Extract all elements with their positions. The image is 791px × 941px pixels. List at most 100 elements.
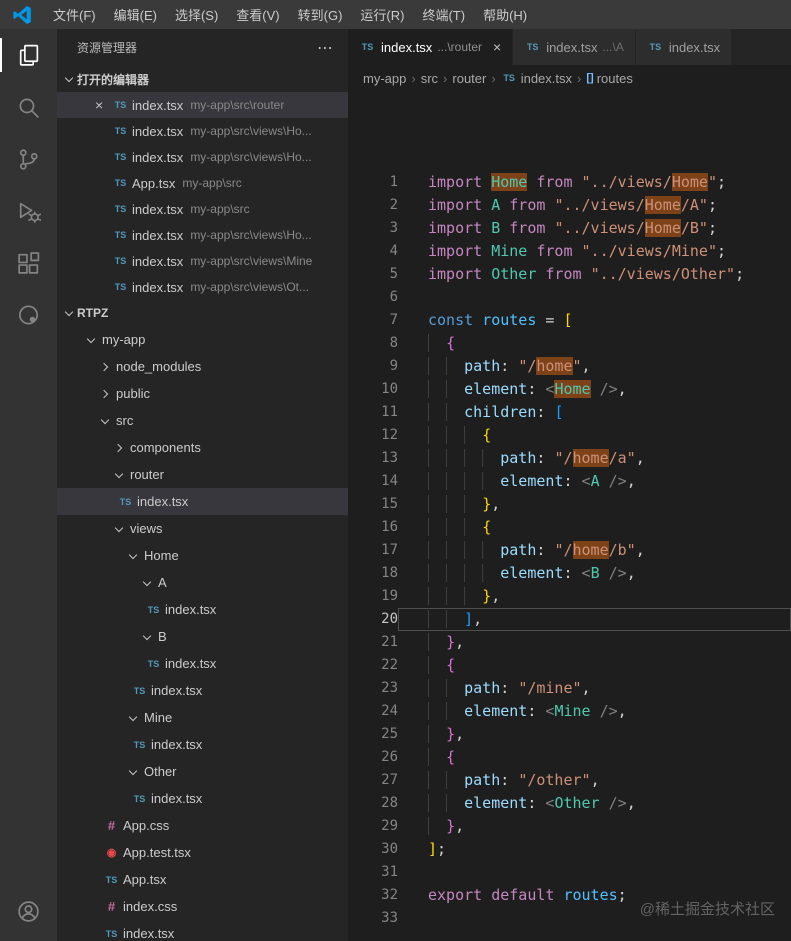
line-number[interactable]: 21	[348, 631, 398, 654]
code-line[interactable]: 13 path: "/home/a",	[348, 447, 791, 470]
menu-item[interactable]: 转到(G)	[289, 0, 352, 29]
tree-file-index.tsx[interactable]: TS index.tsx	[57, 488, 348, 515]
line-number[interactable]: 2	[348, 194, 398, 217]
tree-folder-src[interactable]: src	[57, 407, 348, 434]
code-area[interactable]: 1 import Home from "../views/Home"; 2 impor…	[348, 91, 791, 941]
line-number[interactable]: 28	[348, 792, 398, 815]
line-number[interactable]: 9	[348, 355, 398, 378]
open-editor-item[interactable]: TS index.tsx my-app\src\views\Ot...	[57, 274, 348, 300]
code-line[interactable]: 30];	[348, 838, 791, 861]
code-line[interactable]: 12 {	[348, 424, 791, 447]
menu-item[interactable]: 文件(F)	[44, 0, 105, 29]
code-line[interactable]: 32 export default routes;	[348, 884, 791, 907]
open-editor-item[interactable]: TS App.tsx my-app\src	[57, 170, 348, 196]
open-editor-item[interactable]: × TS index.tsx my-app\src\router	[57, 92, 348, 118]
breadcrumb-item[interactable]: my-app	[363, 71, 406, 86]
line-number[interactable]: 27	[348, 769, 398, 792]
code-line[interactable]: 2 import A from "../views/Home/A";	[348, 194, 791, 217]
menu-item[interactable]: 选择(S)	[166, 0, 227, 29]
code-line[interactable]: 16 {	[348, 516, 791, 539]
line-number[interactable]: 4	[348, 240, 398, 263]
line-number[interactable]: 12	[348, 424, 398, 447]
line-number[interactable]: 14	[348, 470, 398, 493]
tree-file-App.tsx[interactable]: TS App.tsx	[57, 866, 348, 893]
tree-folder-Other[interactable]: Other	[57, 758, 348, 785]
code-line[interactable]: 22 {	[348, 654, 791, 677]
menu-item[interactable]: 编辑(E)	[105, 0, 166, 29]
search-icon[interactable]	[0, 81, 57, 133]
open-editor-item[interactable]: TS index.tsx my-app\src	[57, 196, 348, 222]
line-number[interactable]: 3	[348, 217, 398, 240]
tree-file-App.test.tsx[interactable]: ◉ App.test.tsx	[57, 839, 348, 866]
circle-icon[interactable]	[0, 289, 57, 341]
extensions-icon[interactable]	[0, 237, 57, 289]
tab-index.tsx[interactable]: TS index.tsx	[635, 29, 733, 65]
tree-folder-router[interactable]: router	[57, 461, 348, 488]
code-line[interactable]: 3 import B from "../views/Home/B";	[348, 217, 791, 240]
code-line[interactable]: 10 element: <Home />,	[348, 378, 791, 401]
open-editor-item[interactable]: TS index.tsx my-app\src\views\Ho...	[57, 118, 348, 144]
breadcrumb-item[interactable]: router	[452, 71, 486, 86]
code-line[interactable]: 27 path: "/other",	[348, 769, 791, 792]
line-number[interactable]: 17	[348, 539, 398, 562]
tree-file-index.tsx[interactable]: TS index.tsx	[57, 677, 348, 704]
line-number[interactable]: 1	[348, 171, 398, 194]
code-line[interactable]: 4 import Mine from "../views/Mine";	[348, 240, 791, 263]
code-line[interactable]: 23 path: "/mine",	[348, 677, 791, 700]
tree-file-App.css[interactable]: # App.css	[57, 812, 348, 839]
code-line[interactable]: 11 children: [	[348, 401, 791, 424]
tree-file-index.tsx[interactable]: TS index.tsx	[57, 650, 348, 677]
open-editor-item[interactable]: TS index.tsx my-app\src\views\Mine	[57, 248, 348, 274]
code-line[interactable]: 28 element: <Other />,	[348, 792, 791, 815]
source-control-icon[interactable]	[0, 133, 57, 185]
line-number[interactable]: 16	[348, 516, 398, 539]
code-line[interactable]: 14 element: <A />,	[348, 470, 791, 493]
menu-item[interactable]: 帮助(H)	[474, 0, 536, 29]
code-line[interactable]: 6	[348, 286, 791, 309]
close-icon[interactable]: ×	[95, 97, 112, 113]
code-line[interactable]: 17 path: "/home/b",	[348, 539, 791, 562]
tree-folder-node_modules[interactable]: node_modules	[57, 353, 348, 380]
code-line[interactable]: 25 },	[348, 723, 791, 746]
explorer-icon[interactable]	[0, 29, 57, 81]
breadcrumb-item[interactable]: TS index.tsx	[501, 70, 572, 86]
menu-item[interactable]: 查看(V)	[227, 0, 288, 29]
line-number[interactable]: 6	[348, 286, 398, 309]
code-line[interactable]: 26 {	[348, 746, 791, 769]
tree-file-index.css[interactable]: # index.css	[57, 893, 348, 920]
tree-folder-B[interactable]: B	[57, 623, 348, 650]
breadcrumb-item[interactable]: [] routes	[586, 71, 632, 86]
code-line[interactable]: 8 {	[348, 332, 791, 355]
line-number[interactable]: 20	[348, 608, 398, 631]
open-editor-item[interactable]: TS index.tsx my-app\src\views\Ho...	[57, 144, 348, 170]
tree-folder-Mine[interactable]: Mine	[57, 704, 348, 731]
line-number[interactable]: 26	[348, 746, 398, 769]
line-number[interactable]: 31	[348, 861, 398, 884]
code-line[interactable]: 29 },	[348, 815, 791, 838]
code-line[interactable]: 5 import Other from "../views/Other";	[348, 263, 791, 286]
line-number[interactable]: 8	[348, 332, 398, 355]
code-line[interactable]: 1 import Home from "../views/Home";	[348, 171, 791, 194]
menu-item[interactable]: 终端(T)	[413, 0, 474, 29]
more-actions-icon[interactable]: ⋯	[317, 38, 334, 58]
code-line[interactable]: 9 path: "/home",	[348, 355, 791, 378]
code-line[interactable]: 18 element: <B />,	[348, 562, 791, 585]
tree-folder-components[interactable]: components	[57, 434, 348, 461]
line-number[interactable]: 24	[348, 700, 398, 723]
vscode-logo-icon[interactable]	[0, 5, 44, 25]
code-line[interactable]: 19 },	[348, 585, 791, 608]
tree-folder-views[interactable]: views	[57, 515, 348, 542]
tab-index.tsx[interactable]: TS index.tsx ...\A	[513, 29, 636, 65]
workspace-header[interactable]: RTPZ	[57, 300, 348, 326]
line-number[interactable]: 7	[348, 309, 398, 332]
line-number[interactable]: 11	[348, 401, 398, 424]
line-number[interactable]: 30	[348, 838, 398, 861]
code-line[interactable]: 20 ],	[348, 608, 791, 631]
tree-file-index.tsx[interactable]: TS index.tsx	[57, 785, 348, 812]
run-debug-icon[interactable]	[0, 185, 57, 237]
code-line[interactable]: 15 },	[348, 493, 791, 516]
line-number[interactable]: 32	[348, 884, 398, 907]
tree-file-index.tsx[interactable]: TS index.tsx	[57, 920, 348, 941]
open-editors-header[interactable]: 打开的编辑器	[57, 66, 348, 92]
menu-item[interactable]: 运行(R)	[351, 0, 413, 29]
